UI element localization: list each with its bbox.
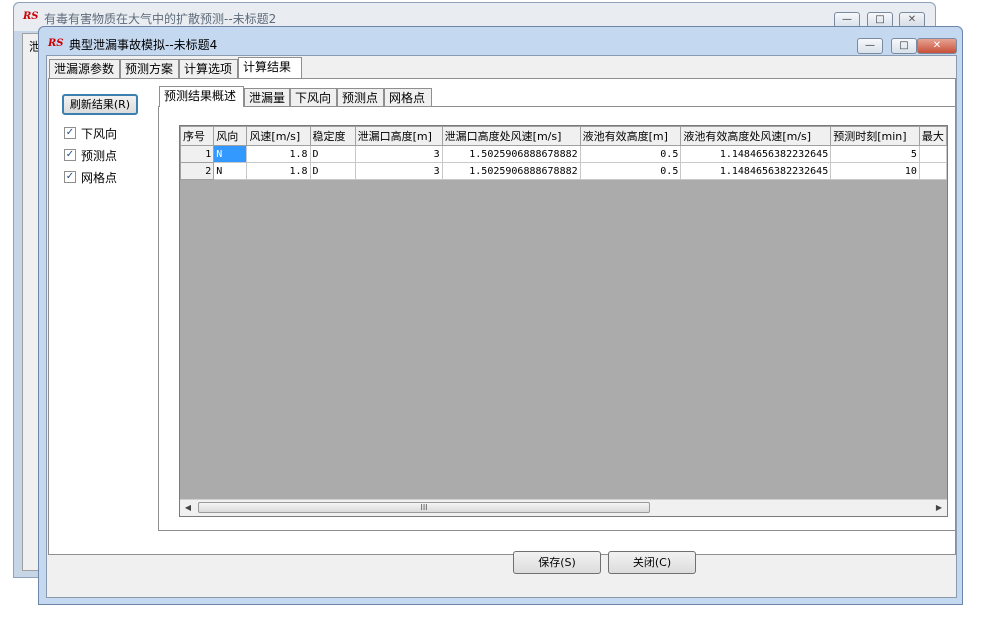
scrollbar-thumb[interactable]: III (198, 502, 650, 513)
calc-results-page: 刷新结果(R) ✓ 下风向 ✓ 预测点 ✓ 网格点 预测结果概述 泄漏量 下风向… (48, 78, 956, 555)
column-header[interactable]: 最大 (918, 126, 947, 146)
row-number[interactable]: 1 (180, 145, 215, 163)
column-header[interactable]: 液池有效高度处风速[m/s] (680, 126, 832, 146)
table-cell[interactable]: 1.5025906888678882 (441, 145, 581, 163)
table-cell[interactable]: 3 (354, 145, 443, 163)
table-cell[interactable]: 1.1484656382232645 (680, 162, 832, 180)
checkbox-prediction-point[interactable]: ✓ (64, 149, 76, 161)
checkbox-downwind[interactable]: ✓ (64, 127, 76, 139)
column-header[interactable]: 预测时刻[min] (830, 126, 920, 146)
table-cell[interactable]: 5 (830, 145, 920, 163)
checkbox-label: 预测点 (81, 149, 118, 163)
table-cell[interactable]: 1.8 (246, 162, 311, 180)
results-table: 序号 风向 风速[m/s] 稳定度 泄漏口高度[m] 泄漏口高度处风速[m/s]… (180, 126, 947, 180)
table-cell[interactable]: 3 (354, 162, 443, 180)
app-logo-icon: RS (23, 11, 39, 22)
tab-leak-amount[interactable]: 泄漏量 (244, 88, 290, 107)
refresh-results-button[interactable]: 刷新结果(R) (62, 94, 138, 115)
table-header-row: 序号 风向 风速[m/s] 稳定度 泄漏口高度[m] 泄漏口高度处风速[m/s]… (180, 126, 947, 146)
background-window-title: 有毒有害物质在大气中的扩散预测--未标题2 (44, 12, 277, 26)
close-icon[interactable]: ✕ (917, 38, 957, 54)
tab-calc-results[interactable]: 计算结果 (238, 57, 302, 78)
tab-calc-options[interactable]: 计算选项 (179, 59, 238, 78)
table-row[interactable]: 1 N 1.8 D 3 1.5025906888678882 0.5 1.148… (180, 145, 947, 163)
tab-prediction-point[interactable]: 预测点 (337, 88, 384, 107)
column-header[interactable]: 液池有效高度[m] (579, 126, 682, 146)
checkbox-grid-point[interactable]: ✓ (64, 171, 76, 183)
table-cell[interactable]: 0.5 (579, 162, 682, 180)
table-cell[interactable]: 1.5025906888678882 (441, 162, 581, 180)
checkbox-label: 网格点 (81, 171, 118, 185)
results-grid[interactable]: 序号 风向 风速[m/s] 稳定度 泄漏口高度[m] 泄漏口高度处风速[m/s]… (179, 125, 948, 517)
table-cell[interactable]: N (213, 145, 248, 163)
column-header[interactable]: 序号 (180, 126, 215, 146)
table-row[interactable]: 2 N 1.8 D 3 1.5025906888678882 0.5 1.148… (180, 162, 947, 180)
horizontal-scrollbar[interactable]: ◀ III ▶ (180, 499, 947, 516)
table-cell[interactable]: D (309, 145, 356, 163)
table-cell[interactable]: 0.5 (579, 145, 682, 163)
scroll-left-icon[interactable]: ◀ (182, 502, 194, 514)
tab-prediction-plan[interactable]: 预测方案 (120, 59, 179, 78)
save-button[interactable]: 保存(S) (513, 551, 601, 574)
table-cell[interactable] (918, 162, 947, 180)
main-window-client: 泄漏源参数 预测方案 计算选项 计算结果 刷新结果(R) ✓ 下风向 ✓ 预测点… (46, 55, 957, 598)
table-cell[interactable]: 10 (830, 162, 920, 180)
tab-downwind[interactable]: 下风向 (290, 88, 337, 107)
main-window-titlebar[interactable]: RS 典型泄漏事故模拟--未标题4 — □ ✕ (39, 27, 962, 55)
app-logo-icon: RS (48, 38, 64, 49)
table-cell[interactable]: D (309, 162, 356, 180)
results-overview-page: 序号 风向 风速[m/s] 稳定度 泄漏口高度[m] 泄漏口高度处风速[m/s]… (158, 106, 956, 531)
minimize-icon[interactable]: — (857, 38, 883, 54)
table-cell[interactable]: 1.8 (246, 145, 311, 163)
column-header[interactable]: 风向 (213, 126, 248, 146)
tab-grid-point[interactable]: 网格点 (384, 88, 432, 107)
main-window-title: 典型泄漏事故模拟--未标题4 (69, 38, 218, 52)
table-cell[interactable]: N (213, 162, 248, 180)
maximize-icon[interactable]: □ (891, 38, 917, 54)
tab-results-overview[interactable]: 预测结果概述 (159, 86, 244, 107)
tab-leak-source-params[interactable]: 泄漏源参数 (49, 59, 120, 78)
column-header[interactable]: 泄漏口高度处风速[m/s] (441, 126, 581, 146)
row-number[interactable]: 2 (180, 162, 215, 180)
column-header[interactable]: 稳定度 (309, 126, 356, 146)
checkbox-label: 下风向 (81, 127, 118, 141)
table-cell[interactable]: 1.1484656382232645 (680, 145, 832, 163)
column-header[interactable]: 泄漏口高度[m] (354, 126, 443, 146)
main-window: RS 典型泄漏事故模拟--未标题4 — □ ✕ 泄漏源参数 预测方案 计算选项 … (38, 26, 963, 605)
close-button[interactable]: 关闭(C) (608, 551, 696, 574)
scroll-right-icon[interactable]: ▶ (933, 502, 945, 514)
table-cell[interactable] (918, 145, 947, 163)
column-header[interactable]: 风速[m/s] (246, 126, 311, 146)
